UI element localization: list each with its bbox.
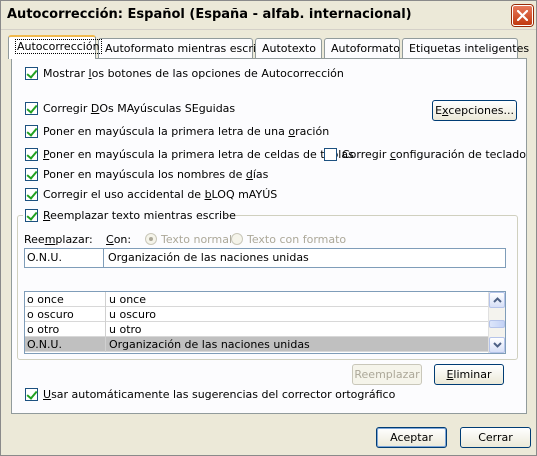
- autocorrect-dialog: Autocorrección: Español (España - alfab.…: [0, 0, 537, 456]
- use-suggestions-checkbox[interactable]: [25, 388, 38, 401]
- button-text: E: [435, 104, 443, 117]
- access-key: m: [44, 233, 56, 246]
- column-divider: [105, 292, 106, 307]
- keyboard-config-label[interactable]: Corregir configuración de teclado: [342, 148, 526, 161]
- capitalize-sentence-label[interactable]: Poner en mayúscula la primera letra de u…: [43, 125, 329, 138]
- entry-replace: o otro: [27, 323, 60, 336]
- tab-label: Autotexto: [262, 42, 316, 55]
- plain-text-radio[interactable]: [145, 233, 157, 245]
- delete-button[interactable]: Eliminar: [434, 364, 504, 385]
- with-label: Con:: [106, 233, 131, 246]
- label-text: Mostrar: [43, 67, 89, 80]
- caps-lock-label[interactable]: Corregir el uso accidental de bLOQ mAYÚS: [43, 188, 277, 201]
- label-text: Poner en mayúscula los nombres de: [43, 168, 246, 181]
- label-text: os botones de las opciones de Autocorrec…: [91, 67, 344, 80]
- formatted-text-label[interactable]: Texto con formato: [247, 233, 346, 246]
- column-divider: [105, 337, 106, 352]
- list-scrollbar[interactable]: [488, 292, 505, 353]
- entry-with: u oscuro: [109, 308, 156, 321]
- label-text: oner en mayúscula la primera letra de ce…: [49, 148, 354, 161]
- replace-text-checkbox[interactable]: [25, 209, 38, 222]
- two-initial-caps-checkbox[interactable]: [25, 102, 38, 115]
- close-icon: [517, 10, 528, 21]
- replace-label: Reemplazar:: [24, 233, 93, 246]
- scroll-down-button[interactable]: [489, 337, 505, 353]
- replace-input-value: O.N.U.: [27, 251, 62, 264]
- tab-autoformato-mientras-escribe[interactable]: Autoformato mientras escribe: [98, 38, 270, 58]
- tab-etiquetas-inteligentes[interactable]: Etiquetas inteligentes: [402, 38, 529, 58]
- tab-label: Autoformato: [331, 42, 400, 55]
- chevron-down-icon: [492, 342, 502, 348]
- label-text: Corregir: [342, 148, 390, 161]
- tab-autotexto[interactable]: Autotexto: [255, 38, 322, 58]
- capitalize-cells-checkbox[interactable]: [25, 148, 38, 161]
- with-input[interactable]: Organización de las naciones unidas: [103, 248, 506, 268]
- list-item-selected[interactable]: O.N.U. Organización de las naciones unida…: [25, 337, 490, 352]
- tab-label: Autoformato mientras escribe: [105, 42, 270, 55]
- access-key: C: [106, 233, 114, 246]
- with-input-value: Organización de las naciones unidas: [108, 251, 309, 264]
- capitalize-cells-label[interactable]: Poner en mayúscula la primera letra de c…: [43, 148, 354, 161]
- title-bar[interactable]: Autocorrección: Español (España - alfab.…: [1, 1, 536, 30]
- close-button[interactable]: [512, 5, 533, 26]
- label-text: sar automáticamente las sugerencias del …: [51, 388, 396, 401]
- entry-with: Organización de las naciones unidas: [109, 338, 310, 351]
- keyboard-config-checkbox[interactable]: [324, 148, 337, 161]
- capitalize-sentence-checkbox[interactable]: [25, 125, 38, 138]
- label-text: ración: [295, 125, 330, 138]
- ok-button[interactable]: Aceptar: [376, 427, 447, 448]
- button-text: cepciones...: [448, 104, 514, 117]
- label-text: on:: [113, 233, 132, 246]
- label-text: plazar:: [55, 233, 93, 246]
- access-key: b: [204, 188, 212, 201]
- access-key: d: [245, 168, 253, 181]
- replacement-list[interactable]: o once u once o oscuro u oscuro o otro u ot…: [24, 291, 506, 354]
- entry-replace: O.N.U.: [27, 338, 62, 351]
- replace-text-label[interactable]: Reemplazar texto mientras escribe: [43, 209, 236, 222]
- tab-panel: Mostrar los botones de las opciones de A…: [11, 58, 527, 414]
- window-title: Autocorrección: Español (España - alfab.…: [7, 7, 412, 22]
- label-text: Corregir el uso accidental de: [43, 188, 205, 201]
- list-item[interactable]: o otro u otro: [25, 322, 490, 337]
- show-buttons-label[interactable]: Mostrar los botones de las opciones de A…: [43, 67, 344, 80]
- scroll-thumb[interactable]: [489, 320, 505, 328]
- caps-lock-checkbox[interactable]: [25, 188, 38, 201]
- capitalize-days-checkbox[interactable]: [25, 168, 38, 181]
- label-text: Poner en mayúscula la primera letra de u…: [43, 125, 289, 138]
- replace-button[interactable]: Reemplazar: [352, 364, 422, 385]
- tab-label: Etiquetas inteligentes: [409, 42, 530, 55]
- entry-replace: o once: [27, 293, 64, 306]
- label-text: Corregir: [43, 102, 91, 115]
- exceptions-button[interactable]: Excepciones...: [432, 100, 517, 121]
- label-text: Os MAyúsculas SEguidas: [99, 102, 236, 115]
- show-buttons-checkbox[interactable]: [25, 67, 38, 80]
- label-text: eemplazar texto mientras escribe: [50, 209, 236, 222]
- plain-text-label[interactable]: Texto normal: [161, 233, 232, 246]
- tab-autocorreccion[interactable]: Autocorrección: [8, 35, 102, 59]
- label-text: onfiguración de teclado: [395, 148, 526, 161]
- replace-input[interactable]: O.N.U.: [24, 248, 104, 268]
- list-item[interactable]: o once u once: [25, 292, 490, 307]
- entry-with: u once: [109, 293, 146, 306]
- button-text: liminar: [453, 368, 492, 381]
- tab-label: Autocorrección: [15, 39, 102, 54]
- column-divider: [105, 307, 106, 322]
- entry-with: u otro: [109, 323, 142, 336]
- tab-autoformato[interactable]: Autoformato: [324, 38, 400, 58]
- column-divider: [105, 322, 106, 337]
- two-initial-caps-label[interactable]: Corregir DOs MAyúsculas SEguidas: [43, 102, 235, 115]
- capitalize-days-label[interactable]: Poner en mayúscula los nombres de días: [43, 168, 268, 181]
- chevron-up-icon: [492, 297, 502, 303]
- label-text: LOQ mAYÚS: [211, 188, 278, 201]
- use-suggestions-label[interactable]: Usar automáticamente las sugerencias del…: [43, 388, 395, 401]
- label-text: ías: [252, 168, 269, 181]
- entry-replace: o oscuro: [27, 308, 74, 321]
- cancel-button[interactable]: Cerrar: [460, 427, 531, 448]
- scroll-up-button[interactable]: [489, 292, 505, 308]
- access-key: U: [43, 388, 52, 401]
- formatted-text-radio[interactable]: [231, 233, 243, 245]
- list-item[interactable]: o oscuro u oscuro: [25, 307, 490, 322]
- label-text: Ree: [24, 233, 45, 246]
